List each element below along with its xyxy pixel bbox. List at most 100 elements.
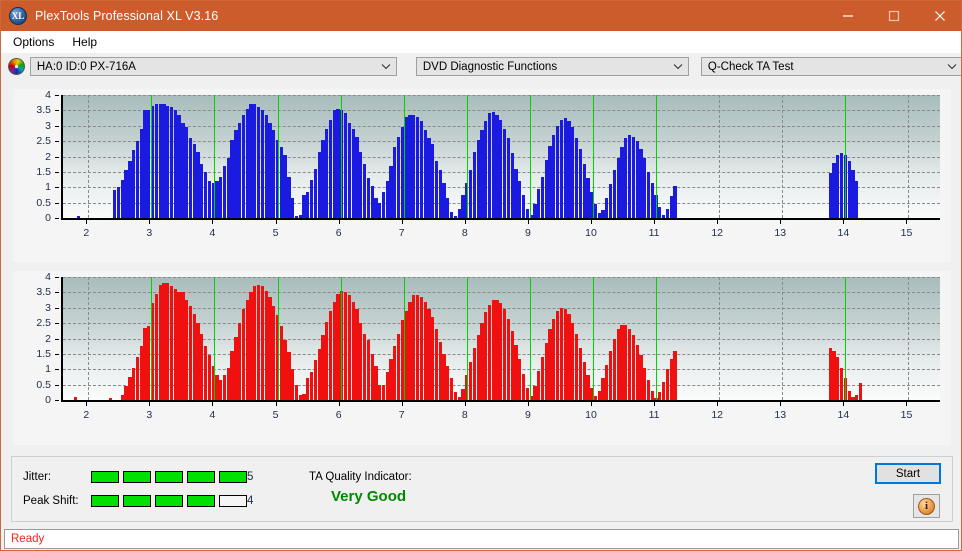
bar	[514, 345, 517, 400]
x-axis-tick	[149, 220, 150, 224]
x-axis-tick-label: 15	[901, 409, 913, 421]
x-axis-tick	[717, 220, 718, 224]
function-select[interactable]: DVD Diagnostic Functions	[416, 57, 689, 76]
bar	[204, 346, 207, 400]
x-axis-tick-label: 5	[273, 227, 279, 239]
bar	[109, 398, 112, 400]
start-button[interactable]: Start	[875, 463, 941, 484]
bar	[170, 107, 173, 218]
bar	[454, 216, 457, 218]
x-axis-tick	[276, 402, 277, 406]
bar	[511, 153, 514, 218]
x-axis-tick	[528, 220, 529, 224]
bar	[238, 123, 241, 218]
y-axis-tick-label: 1	[45, 363, 51, 375]
bar	[601, 210, 604, 218]
bar	[829, 173, 832, 218]
bar	[314, 360, 317, 400]
bar	[140, 346, 143, 400]
bar	[442, 183, 445, 218]
bar	[442, 354, 445, 400]
bar	[431, 144, 434, 218]
bar	[620, 325, 623, 400]
bar	[302, 195, 305, 218]
bar	[128, 377, 131, 400]
bar	[424, 302, 427, 400]
jitter-meter	[91, 471, 251, 483]
y-axis-tick	[55, 323, 59, 324]
bar	[166, 106, 169, 218]
bar-series	[63, 95, 940, 218]
x-axis-tick-label: 8	[462, 409, 468, 421]
test-select[interactable]: Q-Check TA Test	[701, 57, 962, 76]
bar	[242, 115, 245, 218]
info-button[interactable]: i	[913, 494, 940, 518]
app-logo-icon: XL	[9, 7, 27, 25]
bar	[302, 394, 305, 400]
x-axis-tick-label: 13	[774, 227, 786, 239]
y-axis-tick-label: 2.5	[36, 135, 51, 147]
x-axis-tick	[86, 402, 87, 406]
bar	[352, 302, 355, 400]
maximize-icon[interactable]	[871, 1, 917, 31]
y-axis-tick	[55, 95, 59, 96]
bar	[499, 120, 502, 218]
bar	[159, 104, 162, 218]
bar	[552, 135, 555, 218]
bar	[166, 283, 169, 400]
chevron-down-icon	[673, 58, 683, 75]
bar	[363, 334, 366, 400]
track-marker	[656, 277, 657, 400]
bar	[571, 323, 574, 400]
close-icon[interactable]	[917, 1, 962, 31]
y-axis-tick-label: 4	[45, 89, 51, 101]
x-axis-tick-label: 4	[210, 409, 216, 421]
x-axis-tick	[591, 220, 592, 224]
menu-item-options[interactable]: Options	[5, 33, 62, 51]
x-axis-tick	[906, 402, 907, 406]
bar	[492, 300, 495, 400]
y-axis-tick	[55, 400, 59, 401]
bar	[492, 112, 495, 218]
bar	[389, 359, 392, 401]
x-axis-tick	[402, 220, 403, 224]
toolbar: HA:0 ID:0 PX-716A DVD Diagnostic Functio…	[1, 53, 962, 80]
x-axis-tick-label: 12	[711, 409, 723, 421]
y-axis-tick	[55, 308, 59, 309]
minimize-icon[interactable]	[825, 1, 871, 31]
meter-segment	[91, 471, 119, 483]
x-axis-tick	[654, 220, 655, 224]
y-axis-tick-label: 1.5	[36, 348, 51, 360]
y-axis-tick	[55, 203, 59, 204]
bar	[586, 178, 589, 218]
chevron-down-icon	[947, 58, 957, 75]
bar	[851, 170, 854, 218]
jitter-value: 5	[247, 471, 253, 483]
bar	[533, 204, 536, 218]
bar	[321, 140, 324, 218]
bar	[632, 137, 635, 218]
bar	[143, 110, 146, 218]
bar	[673, 351, 676, 400]
x-axis-tick-label: 4	[210, 227, 216, 239]
bar	[439, 170, 442, 218]
menu-item-help[interactable]: Help	[64, 33, 105, 51]
x-axis: 23456789101112131415	[61, 402, 938, 426]
status-text: Ready	[5, 533, 44, 545]
jitter-label: Jitter:	[23, 471, 51, 483]
bar	[636, 141, 639, 218]
x-axis-tick	[402, 402, 403, 406]
bar	[499, 303, 502, 400]
drive-select[interactable]: HA:0 ID:0 PX-716A	[30, 57, 397, 76]
x-axis-tick	[591, 402, 592, 406]
bar	[461, 389, 464, 400]
bar	[673, 186, 676, 218]
bar	[832, 163, 835, 218]
bar	[348, 295, 351, 400]
bar	[514, 169, 517, 218]
bar	[469, 170, 472, 218]
bar	[272, 130, 275, 218]
track-marker	[593, 95, 594, 218]
bar	[662, 382, 665, 400]
bar	[200, 164, 203, 218]
